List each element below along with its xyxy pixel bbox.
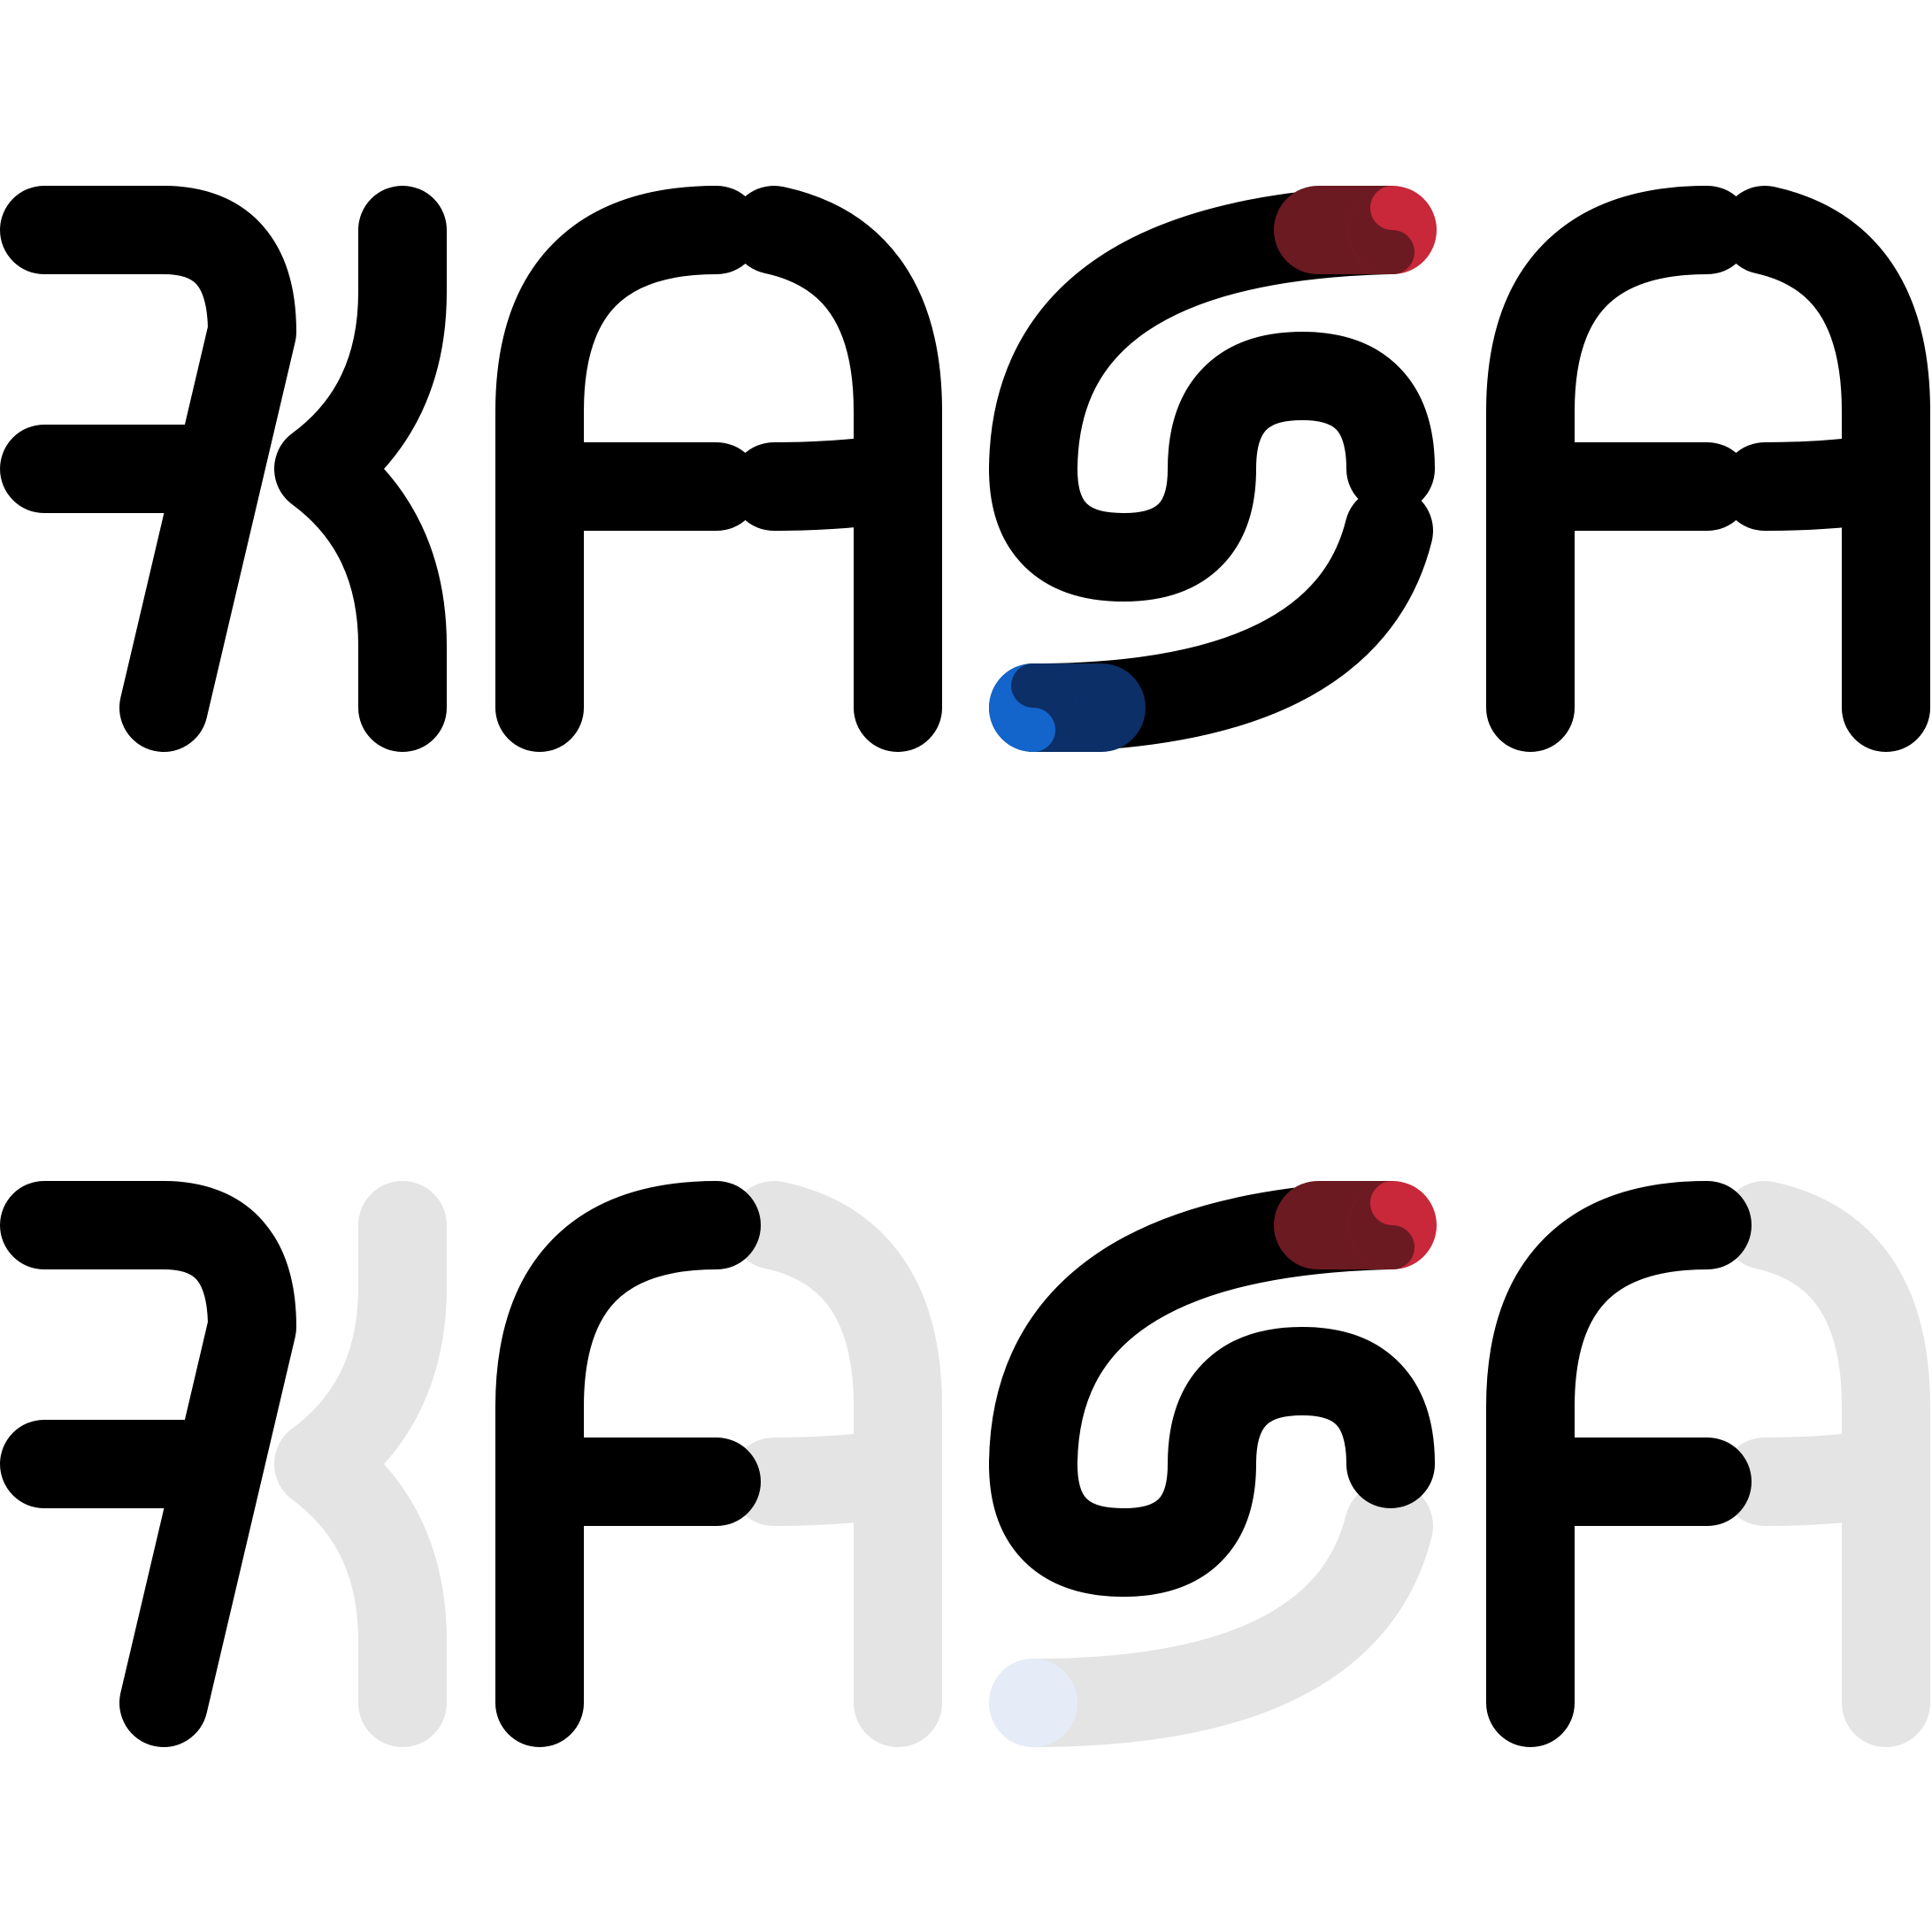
kasa-logo-full-graphic (0, 186, 1930, 752)
letter-a-1 (495, 1181, 942, 1747)
letter-a-1 (495, 186, 942, 752)
kasa-logo-partial: KASA (0, 1137, 1932, 1756)
letter-s (989, 1181, 1435, 1747)
k-right-arm (274, 186, 447, 752)
a1-right-bar (730, 1429, 942, 1526)
a2-right-bar (1721, 433, 1930, 531)
letter-k (0, 1181, 447, 1747)
blue-dot-icon (989, 1659, 1077, 1747)
kasa-logo-full: KASA (0, 142, 1932, 761)
kasa-logo-partial-graphic (0, 1181, 1930, 1747)
letter-a-2 (1486, 1181, 1930, 1747)
letter-s (989, 186, 1435, 752)
k-right-arm (274, 1181, 447, 1747)
a2-right-bar (1721, 1429, 1930, 1526)
letter-a-2 (1486, 186, 1930, 752)
letter-k (0, 186, 447, 752)
a1-right-bar (730, 433, 942, 531)
